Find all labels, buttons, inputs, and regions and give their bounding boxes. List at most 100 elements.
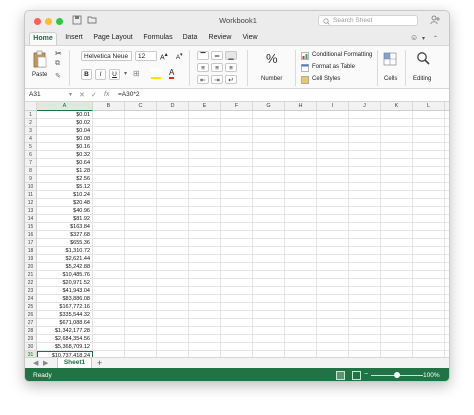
grid-cell[interactable] xyxy=(413,191,445,199)
grid-cell[interactable] xyxy=(189,287,221,295)
grid-cell[interactable]: $671,088.64 xyxy=(37,319,93,327)
grid-cell[interactable] xyxy=(189,183,221,191)
row-header[interactable]: 5 xyxy=(25,143,37,151)
column-header-l[interactable]: L xyxy=(413,102,445,111)
grid-cell[interactable] xyxy=(285,287,317,295)
grid-cell[interactable] xyxy=(317,247,349,255)
grid-cell[interactable] xyxy=(221,247,253,255)
grid-cell[interactable] xyxy=(317,151,349,159)
grid-cell[interactable] xyxy=(381,143,413,151)
grid-cell[interactable] xyxy=(445,207,449,215)
grid-cell[interactable] xyxy=(349,167,381,175)
grid-cell[interactable] xyxy=(189,199,221,207)
grid-cell[interactable] xyxy=(157,271,189,279)
grid-cell[interactable] xyxy=(189,143,221,151)
grid-cell[interactable] xyxy=(413,175,445,183)
grid-cell[interactable] xyxy=(445,127,449,135)
grid-cell[interactable] xyxy=(189,279,221,287)
grid-cell[interactable] xyxy=(285,223,317,231)
tab-data[interactable]: Data xyxy=(180,32,200,45)
grid-cell[interactable] xyxy=(413,247,445,255)
grid-cell[interactable] xyxy=(381,295,413,303)
grid-cell[interactable]: $5,242.88 xyxy=(37,263,93,271)
tab-review[interactable]: Review xyxy=(206,32,234,45)
grid-cell[interactable] xyxy=(189,215,221,223)
grid-cell[interactable]: $0.16 xyxy=(37,143,93,151)
grid-cell[interactable] xyxy=(93,319,125,327)
grid-cell[interactable] xyxy=(349,319,381,327)
grid-cell[interactable] xyxy=(157,303,189,311)
column-header-h[interactable]: H xyxy=(285,102,317,111)
grid-cell[interactable] xyxy=(253,143,285,151)
grid-cell[interactable] xyxy=(349,247,381,255)
grid-cell[interactable] xyxy=(285,183,317,191)
grid-cell[interactable] xyxy=(189,247,221,255)
grid-cell[interactable] xyxy=(285,295,317,303)
grid-cell[interactable] xyxy=(253,335,285,343)
grid-cell[interactable] xyxy=(93,135,125,143)
grid-cell[interactable] xyxy=(189,175,221,183)
grid-cell[interactable]: $81.92 xyxy=(37,215,93,223)
grid-cell[interactable]: $10,485.76 xyxy=(37,271,93,279)
grid-cell[interactable] xyxy=(253,231,285,239)
grid-cell[interactable] xyxy=(93,127,125,135)
grid-cell[interactable] xyxy=(157,127,189,135)
grid-cell[interactable] xyxy=(253,191,285,199)
font-color-icon[interactable]: A xyxy=(169,68,175,79)
grid-cell[interactable]: $1,342,177.28 xyxy=(37,327,93,335)
grid-cell[interactable] xyxy=(445,167,449,175)
grid-cell[interactable] xyxy=(349,303,381,311)
grid-cell[interactable] xyxy=(349,119,381,127)
grid-cell[interactable] xyxy=(317,343,349,351)
collapse-ribbon-icon[interactable]: ⌃ xyxy=(433,35,438,42)
grid-cell[interactable] xyxy=(445,151,449,159)
grid-cell[interactable] xyxy=(317,311,349,319)
grid-cell[interactable]: $0.02 xyxy=(37,119,93,127)
grid-cell[interactable] xyxy=(125,215,157,223)
grid-cell[interactable] xyxy=(189,335,221,343)
grid-cell[interactable] xyxy=(221,215,253,223)
zoom-slider-handle[interactable] xyxy=(394,372,400,378)
grid-cell[interactable]: $5.12 xyxy=(37,183,93,191)
grid-cell[interactable] xyxy=(445,247,449,255)
search-sheet-input[interactable]: Search Sheet xyxy=(318,15,418,26)
grid-cell[interactable] xyxy=(285,263,317,271)
grid-cell[interactable] xyxy=(317,335,349,343)
grid-cell[interactable] xyxy=(349,135,381,143)
grid-cell[interactable] xyxy=(221,135,253,143)
grid-cell[interactable] xyxy=(221,127,253,135)
grid-cell[interactable] xyxy=(445,303,449,311)
grid-cell[interactable] xyxy=(445,319,449,327)
grid-cell[interactable]: $163.84 xyxy=(37,223,93,231)
grid-cell[interactable] xyxy=(157,279,189,287)
column-header-a[interactable]: A xyxy=(37,102,93,111)
grid-cell[interactable] xyxy=(349,295,381,303)
grid-cell[interactable] xyxy=(413,119,445,127)
grid-cell[interactable] xyxy=(349,151,381,159)
row-header[interactable]: 12 xyxy=(25,199,37,207)
grid-cell[interactable] xyxy=(381,223,413,231)
grid-cell[interactable] xyxy=(413,271,445,279)
grid-cell[interactable] xyxy=(381,319,413,327)
grid-cell[interactable]: $1,310.72 xyxy=(37,247,93,255)
format-painter-icon[interactable]: ✎ xyxy=(55,72,61,80)
align-middle-icon[interactable]: ═ xyxy=(211,51,223,60)
grid-cell[interactable] xyxy=(445,335,449,343)
grid-cell[interactable] xyxy=(317,319,349,327)
grid-cell[interactable] xyxy=(317,271,349,279)
decrease-indent-icon[interactable]: ⇤ xyxy=(197,75,209,84)
column-header-k[interactable]: K xyxy=(381,102,413,111)
grid-cell[interactable] xyxy=(125,239,157,247)
grid-cell[interactable] xyxy=(189,303,221,311)
grid-cell[interactable] xyxy=(157,295,189,303)
grid-cell[interactable] xyxy=(413,239,445,247)
grid-cell[interactable] xyxy=(221,207,253,215)
grid-cell[interactable] xyxy=(189,223,221,231)
grid-cell[interactable] xyxy=(93,239,125,247)
grid-cell[interactable] xyxy=(413,295,445,303)
row-header[interactable]: 19 xyxy=(25,255,37,263)
grid-cell[interactable] xyxy=(445,143,449,151)
column-header-c[interactable]: C xyxy=(125,102,157,111)
grid-cell[interactable] xyxy=(349,271,381,279)
wrap-text-icon[interactable]: ↵ xyxy=(225,75,237,84)
